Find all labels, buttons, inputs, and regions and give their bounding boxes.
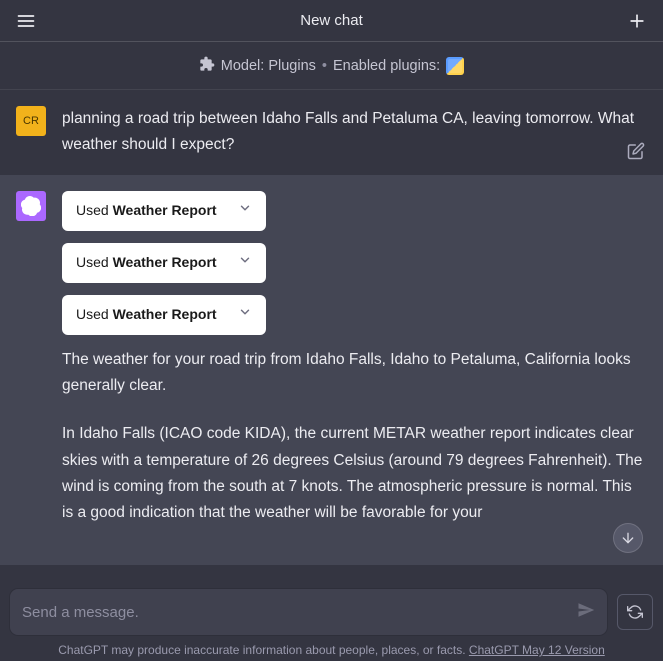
chevron-down-icon bbox=[238, 199, 252, 223]
send-button[interactable] bbox=[577, 601, 595, 624]
message-input[interactable] bbox=[22, 604, 577, 621]
page-title: New chat bbox=[300, 12, 363, 29]
user-message-text: planning a road trip between Idaho Falls… bbox=[62, 106, 643, 159]
assistant-text: The weather for your road trip from Idah… bbox=[62, 347, 643, 527]
weather-plugin-icon[interactable] bbox=[446, 57, 464, 75]
chevron-down-icon bbox=[238, 303, 252, 327]
chevron-down-icon bbox=[238, 251, 252, 275]
input-area: ChatGPT may produce inaccurate informati… bbox=[0, 581, 663, 661]
message-input-container bbox=[10, 589, 607, 635]
assistant-avatar bbox=[16, 191, 46, 221]
edit-message-button[interactable] bbox=[627, 142, 645, 165]
plugin-call-pill[interactable]: Used Weather Report bbox=[62, 295, 266, 335]
version-link[interactable]: ChatGPT May 12 Version bbox=[469, 643, 605, 657]
user-avatar: CR bbox=[16, 106, 46, 136]
assistant-message-body: Used Weather Report Used Weather Report … bbox=[62, 191, 643, 549]
separator-dot: • bbox=[322, 58, 327, 74]
user-message: CR planning a road trip between Idaho Fa… bbox=[0, 90, 663, 175]
plugin-call-pill[interactable]: Used Weather Report bbox=[62, 191, 266, 231]
app-header: New chat bbox=[0, 0, 663, 42]
assistant-message: Used Weather Report Used Weather Report … bbox=[0, 175, 663, 565]
conversation-area: CR planning a road trip between Idaho Fa… bbox=[0, 90, 663, 581]
assistant-paragraph: In Idaho Falls (ICAO code KIDA), the cur… bbox=[62, 421, 643, 526]
regenerate-button[interactable] bbox=[617, 594, 653, 630]
enabled-plugins-label: Enabled plugins: bbox=[333, 58, 440, 74]
plugin-call-pill[interactable]: Used Weather Report bbox=[62, 243, 266, 283]
plugins-icon bbox=[199, 56, 215, 76]
model-label: Model: Plugins bbox=[221, 58, 316, 74]
model-info-bar: Model: Plugins • Enabled plugins: bbox=[0, 42, 663, 90]
new-chat-button[interactable] bbox=[623, 7, 651, 35]
disclaimer-text: ChatGPT may produce inaccurate informati… bbox=[58, 643, 605, 657]
assistant-paragraph: The weather for your road trip from Idah… bbox=[62, 347, 643, 400]
scroll-to-bottom-button[interactable] bbox=[613, 523, 643, 553]
menu-button[interactable] bbox=[12, 7, 40, 35]
